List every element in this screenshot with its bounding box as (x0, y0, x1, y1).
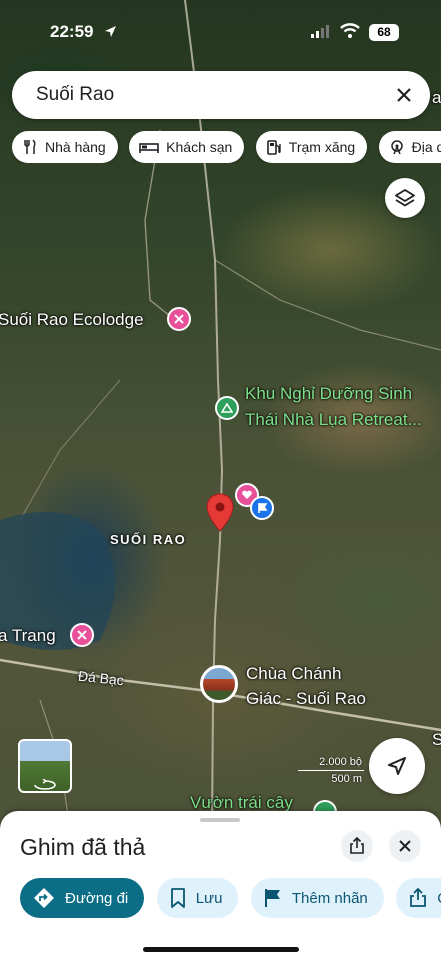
edge-label-right-mid: S (432, 730, 441, 749)
chip-restaurants[interactable]: Nhà hàng (12, 131, 118, 163)
action-label: Thêm nhãn (291, 889, 368, 907)
sheet-actions: Đường đi Lưu Thêm nhãn Ch (20, 878, 441, 918)
area-label-suoi-rao: SUỐI RAO (110, 532, 187, 547)
action-label: Lưu (195, 889, 223, 907)
fork-knife-icon (24, 139, 36, 154)
scale-feet: 2.000 bộ (319, 756, 362, 768)
share-icon (350, 837, 364, 854)
sheet-grabber[interactable] (200, 818, 240, 822)
map-scale: 2.000 bộ 500 m (296, 756, 366, 788)
cellular-signal-icon (311, 25, 329, 38)
chip-gas-stations[interactable]: Trạm xăng (255, 131, 368, 163)
status-bar: 22:59 68 (0, 0, 441, 60)
map-view[interactable]: Suối Rao Ecolodge Khu Nghỉ Dưỡng Sinh Th… (0, 0, 441, 830)
directions-button[interactable]: Đường đi (20, 878, 145, 918)
chip-label: Địa da (411, 139, 441, 155)
dropped-pin-icon[interactable] (206, 493, 234, 533)
scale-bar (298, 770, 364, 771)
action-label: Ch (437, 890, 441, 907)
close-icon[interactable] (392, 83, 416, 107)
close-sheet-button[interactable] (389, 830, 421, 862)
bed-icon (139, 143, 159, 153)
lodge-poi-icon[interactable] (167, 307, 191, 331)
rotate-360-icon (34, 779, 56, 790)
campground-poi-icon[interactable] (215, 396, 239, 420)
ferris-wheel-icon (390, 140, 403, 155)
sheet-title: Ghim đã thả (20, 834, 146, 860)
pagoda-photo-marker[interactable] (200, 665, 238, 703)
layers-button[interactable] (385, 178, 425, 218)
chip-attractions[interactable]: Địa da (378, 131, 441, 163)
flag-poi-icon[interactable] (250, 496, 274, 520)
home-indicator[interactable] (143, 947, 299, 952)
layers-icon (395, 189, 415, 207)
poi-label-pagoda-line2[interactable]: Giác - Suối Rao (246, 689, 366, 709)
share-action-button[interactable]: Ch (396, 878, 441, 918)
category-chips: Nhà hàng Khách sạn Trạm xăng Địa da (12, 131, 441, 163)
action-label: Đường đi (65, 889, 129, 907)
bookmark-icon (170, 888, 185, 908)
share-icon (410, 888, 427, 907)
close-icon (399, 840, 411, 852)
gas-pump-icon (266, 140, 281, 155)
save-button[interactable]: Lưu (156, 878, 239, 918)
search-input[interactable]: Suối Rao (36, 84, 114, 106)
poi-label-ecolodge[interactable]: Suối Rao Ecolodge (0, 310, 144, 330)
share-button[interactable] (341, 830, 373, 862)
battery-indicator: 68 (369, 24, 399, 41)
status-time: 22:59 (50, 22, 94, 41)
location-arrow-icon (105, 26, 116, 37)
search-bar[interactable]: Suối Rao (12, 71, 430, 119)
edge-label-right-top: a (432, 88, 441, 107)
lodge-poi-icon-2[interactable] (70, 623, 94, 647)
poi-label-retreat-line2[interactable]: Thái Nhà Lụa Retreat... (245, 410, 422, 430)
wifi-icon (340, 23, 360, 38)
poi-label-orchard[interactable]: Vườn trái cây (190, 793, 293, 813)
my-location-button[interactable] (369, 738, 425, 794)
chip-label: Khách sạn (166, 139, 233, 155)
navigation-arrow-icon (388, 757, 406, 775)
street-view-thumbnail[interactable] (18, 739, 72, 793)
poi-label-pagoda-line1[interactable]: Chùa Chánh (246, 664, 341, 684)
add-label-button[interactable]: Thêm nhãn (250, 878, 384, 918)
chip-hotels[interactable]: Khách sạn (129, 131, 245, 163)
chip-label: Trạm xăng (288, 139, 356, 155)
scale-meters: 500 m (331, 773, 362, 785)
place-sheet[interactable]: Ghim đã thả Đường đi Lưu Thêm nhãn (0, 811, 441, 960)
chip-label: Nhà hàng (45, 139, 106, 155)
flag-icon (264, 889, 280, 907)
poi-label-trang[interactable]: a Trang (0, 626, 56, 646)
poi-label-retreat-line1[interactable]: Khu Nghỉ Dưỡng Sinh (245, 384, 412, 404)
directions-icon (34, 888, 54, 908)
